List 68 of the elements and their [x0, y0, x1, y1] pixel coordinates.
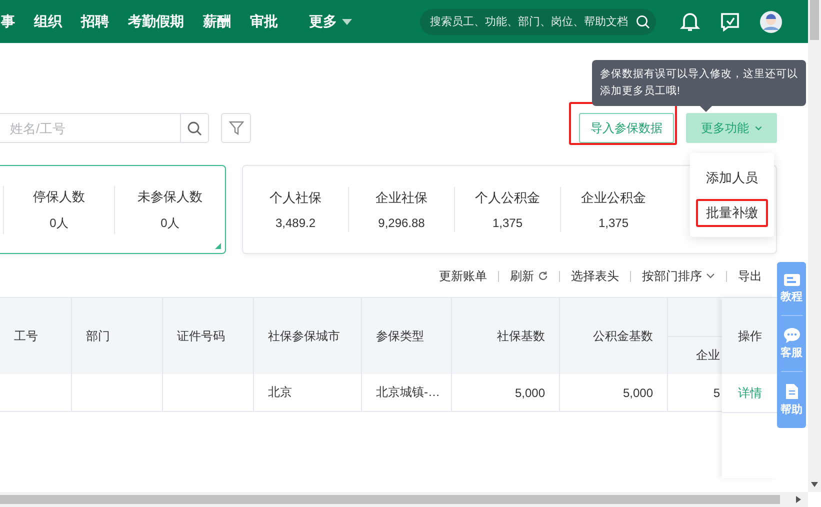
- stat-value: 0人: [160, 214, 180, 232]
- stat-label: 个人社保: [270, 189, 322, 207]
- stat-label: 停保人数: [33, 188, 85, 206]
- stat-value: 3,489.2: [275, 216, 316, 230]
- nav-item[interactable]: 事: [1, 12, 15, 30]
- column-header: 参保类型: [362, 298, 452, 374]
- column-header: 证件号码: [163, 298, 254, 374]
- corner-mark-icon: [215, 243, 221, 249]
- column-header: 企业: [695, 347, 721, 364]
- column-header: 公积金基数: [560, 298, 668, 374]
- detail-link[interactable]: 详情: [738, 384, 762, 402]
- chat-icon[interactable]: [720, 12, 740, 32]
- chat-bubble-icon: [782, 327, 800, 343]
- stat-label: 企业公积金: [581, 189, 646, 207]
- search-icon: [187, 120, 202, 136]
- search-input[interactable]: 搜索员工、功能、部门、岗位、帮助文档: [430, 16, 636, 28]
- table-cell: 北京: [254, 374, 362, 412]
- global-search-field[interactable]: 搜索员工、功能、部门、岗位、帮助文档: [420, 8, 656, 34]
- search-button[interactable]: [180, 113, 209, 143]
- menu-item[interactable]: 添加人员: [696, 164, 768, 192]
- toolbar-link[interactable]: 导出: [738, 268, 762, 284]
- table-cell: 北京城镇-…: [362, 374, 452, 412]
- filter-icon: [228, 120, 244, 136]
- name-search-field[interactable]: 姓名/工号: [0, 113, 180, 143]
- chevron-down-icon: [755, 124, 762, 132]
- stat-value: 1,375: [598, 216, 629, 230]
- stat-label: 未参保人数: [138, 188, 202, 206]
- toolbar-link[interactable]: 刷新: [510, 268, 548, 284]
- stat-label: 企业社保: [376, 189, 428, 207]
- toolbar-link[interactable]: 更新账单: [439, 268, 487, 284]
- table-cell: [0, 374, 72, 412]
- import-button[interactable]: 导入参保数据: [579, 113, 674, 143]
- table-cell: 5,000: [452, 374, 560, 412]
- toolbar-link[interactable]: 选择表头: [571, 268, 619, 284]
- avatar-icon[interactable]: [760, 10, 782, 32]
- scroll-down-icon[interactable]: [811, 482, 818, 487]
- table-cell: 5,000: [560, 374, 668, 412]
- column-header: 操作: [722, 298, 778, 374]
- toolbar-link[interactable]: 按部门排序: [642, 268, 715, 284]
- document-icon: [784, 383, 798, 400]
- column-header: 社保基数: [452, 298, 560, 374]
- menu-item[interactable]: 批量补缴: [696, 198, 768, 226]
- scroll-right-icon[interactable]: [796, 496, 801, 503]
- nav-item[interactable]: 组织: [34, 12, 62, 30]
- nav-item[interactable]: 考勤假期: [128, 12, 184, 30]
- nav-item[interactable]: 审批: [250, 12, 278, 30]
- scrollbar-thumb[interactable]: [810, 0, 819, 40]
- caret-icon: [342, 18, 352, 24]
- stat-value: 9,296.88: [378, 216, 425, 230]
- nav-item[interactable]: 薪酬: [203, 12, 231, 30]
- nav-item[interactable]: 招聘: [81, 12, 109, 30]
- vertical-scrollbar[interactable]: [808, 0, 821, 492]
- stat-label: 个人公积金: [475, 189, 540, 207]
- search-icon: [636, 14, 650, 28]
- column-header: 工号: [0, 298, 72, 374]
- column-header: 部门: [72, 298, 163, 374]
- filter-button[interactable]: [221, 113, 251, 143]
- stat-value: 0人: [50, 214, 68, 232]
- horizontal-scrollbar[interactable]: [0, 492, 808, 507]
- bell-icon[interactable]: [680, 10, 700, 32]
- nav-more-menu[interactable]: 更多: [309, 12, 352, 30]
- card-icon: [782, 273, 800, 287]
- column-header: 社保参保城市: [254, 298, 362, 374]
- chevron-down-icon: [706, 273, 715, 279]
- stat-value: 1,375: [492, 216, 523, 230]
- tooltip-text: 参保数据有误可以导入修改，这里还可以添加更多员工哦!: [600, 68, 798, 97]
- refresh-icon: [538, 271, 548, 281]
- summary-card[interactable]: 停保人数 0人 未参保人数 0人: [0, 165, 226, 254]
